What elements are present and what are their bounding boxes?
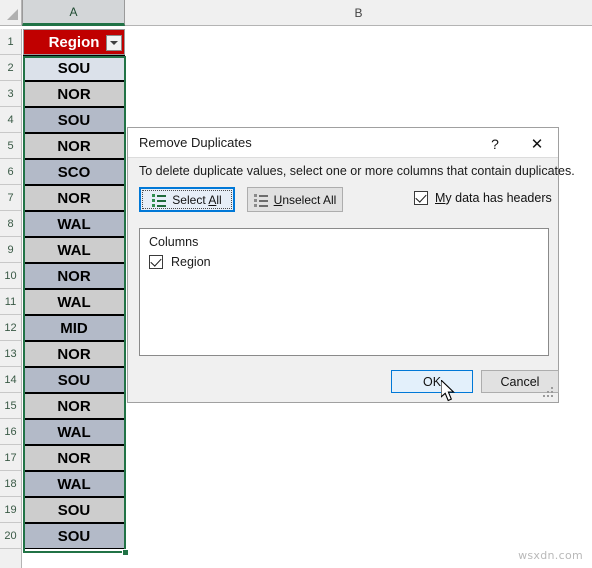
checkbox-box-icon [414,191,428,205]
cell-a12[interactable]: MID [23,315,125,341]
unselect-all-label: Unselect All [273,192,337,207]
cell-a18[interactable]: WAL [23,471,125,497]
cell-a8[interactable]: WAL [23,211,125,237]
cell-a9[interactable]: WAL [23,237,125,263]
cell-a17[interactable]: NOR [23,445,125,471]
cell-a11[interactable]: WAL [23,289,125,315]
cell-a19[interactable]: SOU [23,497,125,523]
unselect-all-list-icon [253,193,268,207]
row-header-18[interactable]: 18 [0,471,22,497]
row-header-1[interactable]: 1 [0,29,22,55]
watermark: wsxdn.com [518,549,583,562]
cell-a4[interactable]: SOU [23,107,125,133]
row-header-5[interactable]: 5 [0,133,22,159]
row-header-11[interactable]: 11 [0,289,22,315]
list-item[interactable]: Region [149,255,211,269]
list-item-label: Region [171,255,211,269]
cell-a3[interactable]: NOR [23,81,125,107]
ok-button[interactable]: OK [391,370,473,393]
cell-a20[interactable]: SOU [23,523,125,549]
cell-a5[interactable]: NOR [23,133,125,159]
row-header-filler [0,549,22,568]
column-header-b-label: B [354,5,363,20]
column-region-checkbox-icon[interactable] [149,255,163,269]
row-header-4[interactable]: 4 [0,107,22,133]
column-header-a-label: A [69,4,78,19]
select-all-triangle-icon [7,9,18,20]
row-header-3[interactable]: 3 [0,81,22,107]
row-header-16[interactable]: 16 [0,419,22,445]
row-header-7[interactable]: 7 [0,185,22,211]
columns-listbox-header: Columns [149,235,199,249]
cell-a2[interactable]: SOU [23,55,125,81]
cell-a14[interactable]: SOU [23,367,125,393]
row-header-15[interactable]: 15 [0,393,22,419]
row-header-2[interactable]: 2 [0,55,22,81]
row-header-12[interactable]: 12 [0,315,22,341]
select-all-button[interactable]: Select All [139,187,235,212]
cell-a7[interactable]: NOR [23,185,125,211]
row-header-8[interactable]: 8 [0,211,22,237]
dialog-title: Remove Duplicates [139,135,252,150]
unselect-all-button[interactable]: Unselect All [247,187,343,212]
row-header-20[interactable]: 20 [0,523,22,549]
close-icon[interactable]: ✕ [521,132,553,156]
cell-a6[interactable]: SCO [23,159,125,185]
row-header-17[interactable]: 17 [0,445,22,471]
row-header-14[interactable]: 14 [0,367,22,393]
ok-button-label: OK [422,374,442,389]
row-header-13[interactable]: 13 [0,341,22,367]
remove-duplicates-dialog: Remove Duplicates ? ✕ To delete duplicat… [127,127,575,403]
fill-handle[interactable] [122,549,129,556]
dialog-title-bar[interactable]: Remove Duplicates ? ✕ [128,128,558,158]
cell-a15[interactable]: NOR [23,393,125,419]
row-header-10[interactable]: 10 [0,263,22,289]
my-data-has-headers-label: My data has headers [435,191,552,205]
select-all-list-icon [152,193,167,207]
column-header-a[interactable]: A [22,0,125,26]
cell-a10[interactable]: NOR [23,263,125,289]
row-header-6[interactable]: 6 [0,159,22,185]
help-button[interactable]: ? [480,132,510,156]
cancel-button-label: Cancel [500,374,540,389]
chevron-down-icon [110,41,118,45]
row-header-19[interactable]: 19 [0,497,22,523]
my-data-has-headers-checkbox[interactable]: My data has headers [414,191,552,205]
dialog-description: To delete duplicate values, select one o… [139,164,575,178]
column-header-b[interactable]: B [125,0,592,26]
row-header-9[interactable]: 9 [0,237,22,263]
select-all-corner-button[interactable] [0,0,22,26]
columns-listbox[interactable]: Columns Region [139,228,549,356]
resize-grip-icon[interactable] [543,387,555,399]
cell-a13[interactable]: NOR [23,341,125,367]
cell-a16[interactable]: WAL [23,419,125,445]
filter-dropdown-button[interactable] [106,35,122,51]
